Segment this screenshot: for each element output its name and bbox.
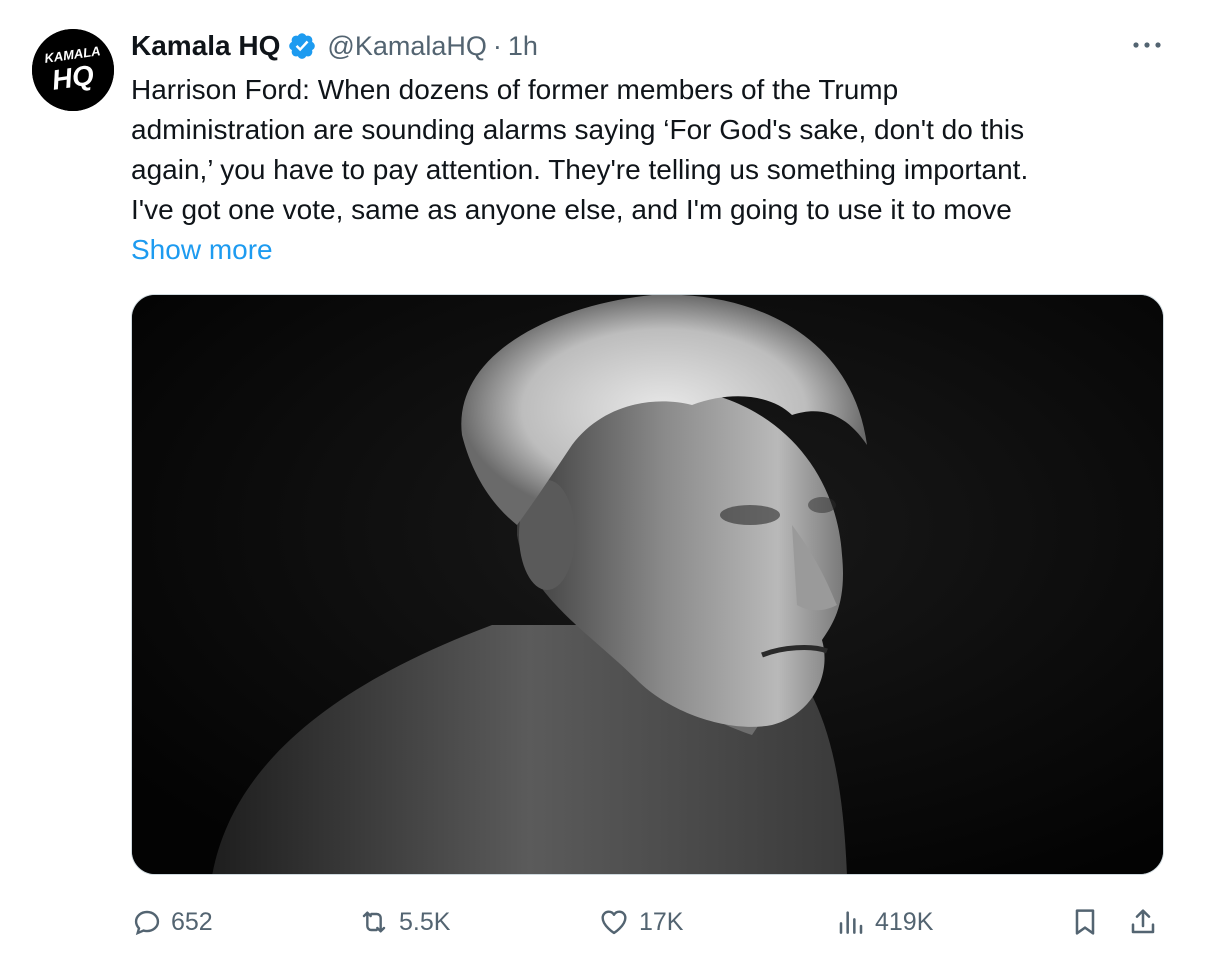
bookmark-icon xyxy=(1075,909,1095,935)
reply-icon xyxy=(134,910,160,936)
retweet-button[interactable]: 5.5K xyxy=(357,898,450,946)
reply-button[interactable]: 652 xyxy=(131,898,213,946)
logo-text-bottom: HQ xyxy=(50,59,96,96)
tweet-text-line: again,’ you have to pay attention. They'… xyxy=(131,154,1029,185)
heart-icon xyxy=(601,910,627,935)
share-icon xyxy=(1131,909,1155,934)
separator-dot: · xyxy=(492,30,502,61)
retweet-count: 5.5K xyxy=(399,907,451,936)
views-button[interactable]: 419K xyxy=(835,898,933,946)
video-frame-image xyxy=(132,295,1163,874)
verified-badge-icon[interactable] xyxy=(287,31,317,61)
tweet-text-line: I've got one vote, same as anyone else, … xyxy=(131,194,1012,225)
more-horizontal-icon[interactable] xyxy=(1130,30,1164,60)
show-more-link[interactable]: Show more xyxy=(131,230,273,270)
reply-count: 652 xyxy=(171,907,213,936)
views-count: 419K xyxy=(875,907,934,936)
tweet-text: Harrison Ford: When dozens of former mem… xyxy=(131,70,1161,230)
tweet-actions: 652 5.5K 17K 419K xyxy=(131,898,1171,946)
avatar[interactable]: KAMALA HQ xyxy=(32,29,114,111)
tweet-text-line: Harrison Ford: When dozens of former mem… xyxy=(131,74,899,105)
tweet-text-line: administration are sounding alarms sayin… xyxy=(131,114,1025,145)
views-icon xyxy=(839,911,863,934)
tweet-media-video[interactable] xyxy=(131,294,1164,875)
tweet-header: Kamala HQ @KamalaHQ · 1h xyxy=(131,26,538,66)
retweet-icon xyxy=(362,911,386,933)
share-button[interactable] xyxy=(1127,898,1167,946)
handle[interactable]: @KamalaHQ xyxy=(327,31,486,62)
display-name[interactable]: Kamala HQ xyxy=(131,30,280,62)
kamala-hq-logo: KAMALA HQ xyxy=(32,29,114,111)
timestamp[interactable]: 1h xyxy=(508,31,538,62)
like-count: 17K xyxy=(639,907,684,936)
like-button[interactable]: 17K xyxy=(597,898,683,946)
bookmark-button[interactable] xyxy=(1069,898,1109,946)
